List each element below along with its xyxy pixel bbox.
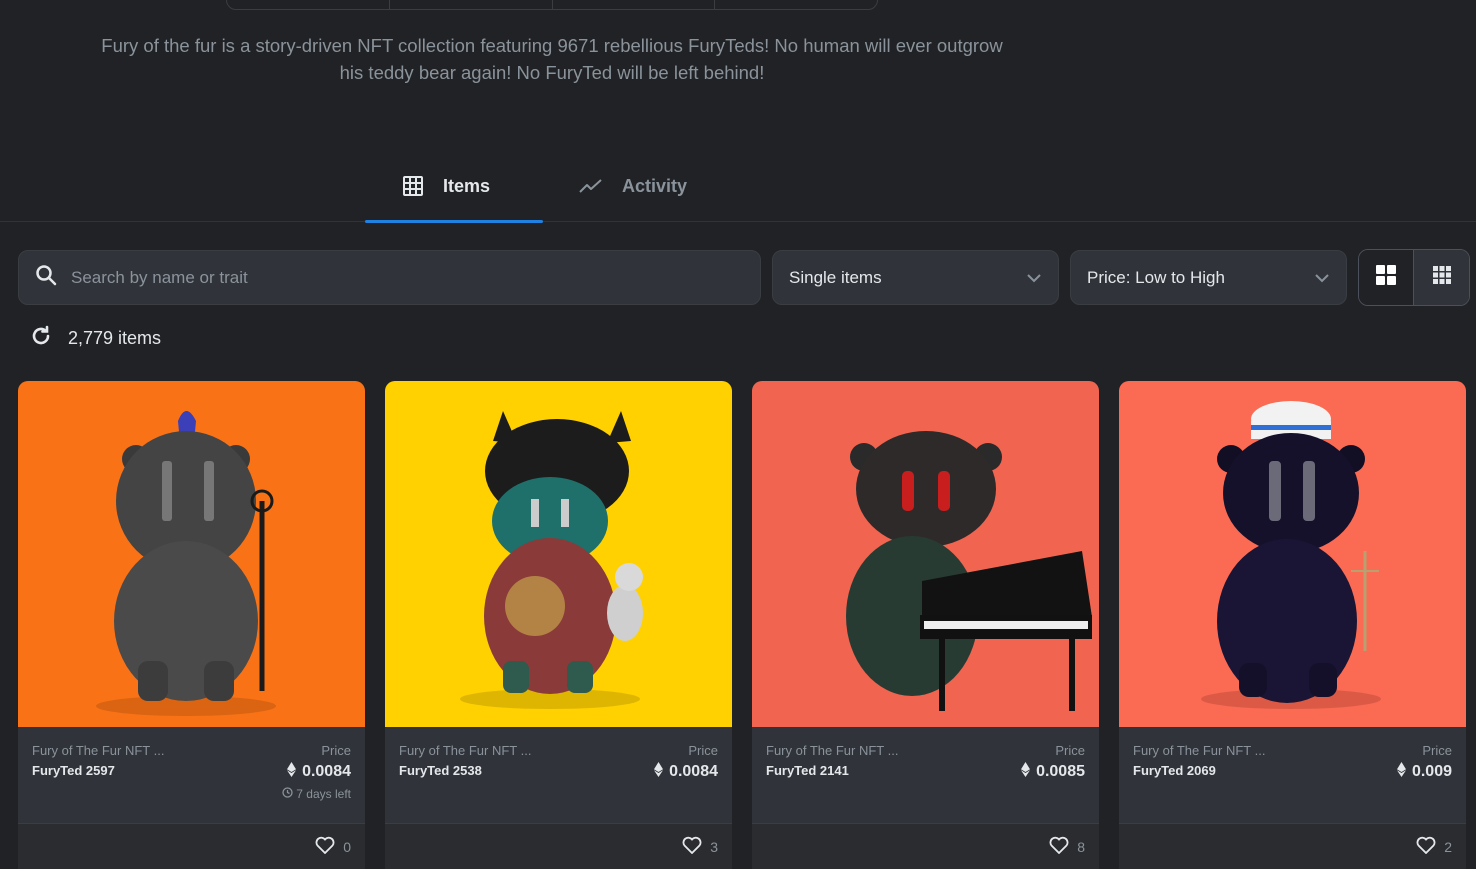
chevron-down-icon	[1314, 268, 1330, 288]
nft-image[interactable]	[18, 381, 365, 727]
tab-activity-label: Activity	[622, 175, 688, 196]
nft-card-info: Fury of The Fur NFT ... FuryTed 2141 Pri…	[752, 727, 1099, 823]
eth-icon	[1021, 762, 1031, 782]
heart-icon	[1416, 836, 1436, 857]
small-grid-button[interactable]	[1414, 250, 1469, 305]
price-value: 0.0085	[1036, 763, 1085, 780]
collection-tabs: Items Activity	[0, 150, 1476, 223]
tab-activity[interactable]: Activity	[578, 150, 687, 222]
nft-card-info: Fury of The Fur NFT ... FuryTed 2069 Pri…	[1119, 727, 1466, 823]
collection-name[interactable]: Fury of The Fur NFT ...	[399, 743, 531, 758]
nft-card-info: Fury of The Fur NFT ... FuryTed 2538 Pri…	[385, 727, 732, 823]
heart-icon	[315, 836, 335, 857]
nft-card[interactable]: Fury of The Fur NFT ... FuryTed 2597 Pri…	[18, 381, 365, 869]
eth-icon	[654, 762, 664, 782]
heart-icon	[1049, 836, 1069, 857]
price-label: Price	[1055, 743, 1085, 758]
nft-card-footer: 0	[18, 823, 365, 869]
collection-stats-bar	[226, 0, 878, 10]
item-type-select[interactable]: Single items	[772, 250, 1059, 305]
time-left-label: 7 days left	[296, 787, 351, 801]
price-label: Price	[688, 743, 718, 758]
like-count: 8	[1077, 838, 1085, 855]
eth-icon	[287, 762, 297, 782]
nft-price: 0.0084	[654, 762, 718, 782]
nft-name: FuryTed 2597	[32, 763, 115, 778]
view-toggle	[1358, 249, 1470, 306]
favorite-button[interactable]: 8	[1049, 836, 1085, 857]
results-count-row: 2,779 items	[30, 324, 161, 352]
price-value: 0.0084	[669, 763, 718, 780]
sort-value: Price: Low to High	[1087, 267, 1225, 287]
nft-card[interactable]: Fury of The Fur NFT ... FuryTed 2538 Pri…	[385, 381, 732, 869]
tab-items-label: Items	[443, 175, 491, 196]
eth-icon	[1396, 762, 1406, 782]
nft-card[interactable]: Fury of The Fur NFT ... FuryTed 2141 Pri…	[752, 381, 1099, 869]
nft-name: FuryTed 2538	[399, 763, 482, 778]
like-count: 0	[343, 838, 351, 855]
clock-icon	[282, 787, 293, 801]
small-grid-icon	[1432, 265, 1452, 290]
refresh-icon[interactable]	[30, 325, 52, 352]
nft-card-info: Fury of The Fur NFT ... FuryTed 2597 Pri…	[18, 727, 365, 823]
time-left: 7 days left	[282, 787, 351, 801]
nft-card-footer: 2	[1119, 823, 1466, 869]
nft-card-footer: 8	[752, 823, 1099, 869]
item-type-value: Single items	[789, 267, 882, 287]
nft-image[interactable]	[385, 381, 732, 727]
price-value: 0.0084	[302, 763, 351, 780]
sort-select[interactable]: Price: Low to High	[1070, 250, 1347, 305]
favorite-button[interactable]: 3	[682, 836, 718, 857]
nft-name: FuryTed 2141	[766, 763, 849, 778]
collection-name[interactable]: Fury of The Fur NFT ...	[1133, 743, 1265, 758]
collection-description: Fury of the fur is a story-driven NFT co…	[101, 35, 1003, 83]
price-label: Price	[321, 743, 351, 758]
search-icon	[35, 264, 57, 291]
like-count: 2	[1444, 838, 1452, 855]
collection-name[interactable]: Fury of The Fur NFT ...	[766, 743, 898, 758]
chevron-down-icon	[1026, 268, 1042, 288]
nft-card[interactable]: Fury of The Fur NFT ... FuryTed 2069 Pri…	[1119, 381, 1466, 869]
trend-line-icon	[578, 176, 604, 196]
collection-name[interactable]: Fury of The Fur NFT ...	[32, 743, 164, 758]
search-bar	[18, 250, 761, 305]
results-count: 2,779 items	[68, 327, 162, 348]
nft-price: 0.0085	[1021, 762, 1085, 782]
favorite-button[interactable]: 0	[315, 836, 351, 857]
like-count: 3	[710, 838, 718, 855]
price-value: 0.009	[1411, 763, 1452, 780]
nft-name: FuryTed 2069	[1133, 763, 1216, 778]
nft-price: 0.009	[1396, 762, 1452, 782]
grid-icon	[401, 174, 425, 198]
large-grid-button[interactable]	[1359, 250, 1415, 305]
nft-card-footer: 3	[385, 823, 732, 869]
nft-image[interactable]	[752, 381, 1099, 727]
nft-image[interactable]	[1119, 381, 1466, 727]
search-input[interactable]	[71, 267, 711, 288]
nft-price: 0.0084	[287, 762, 351, 782]
heart-icon	[682, 836, 702, 857]
tab-items[interactable]: Items	[365, 150, 543, 223]
favorite-button[interactable]: 2	[1416, 836, 1452, 857]
large-grid-icon	[1375, 264, 1397, 291]
price-label: Price	[1422, 743, 1452, 758]
